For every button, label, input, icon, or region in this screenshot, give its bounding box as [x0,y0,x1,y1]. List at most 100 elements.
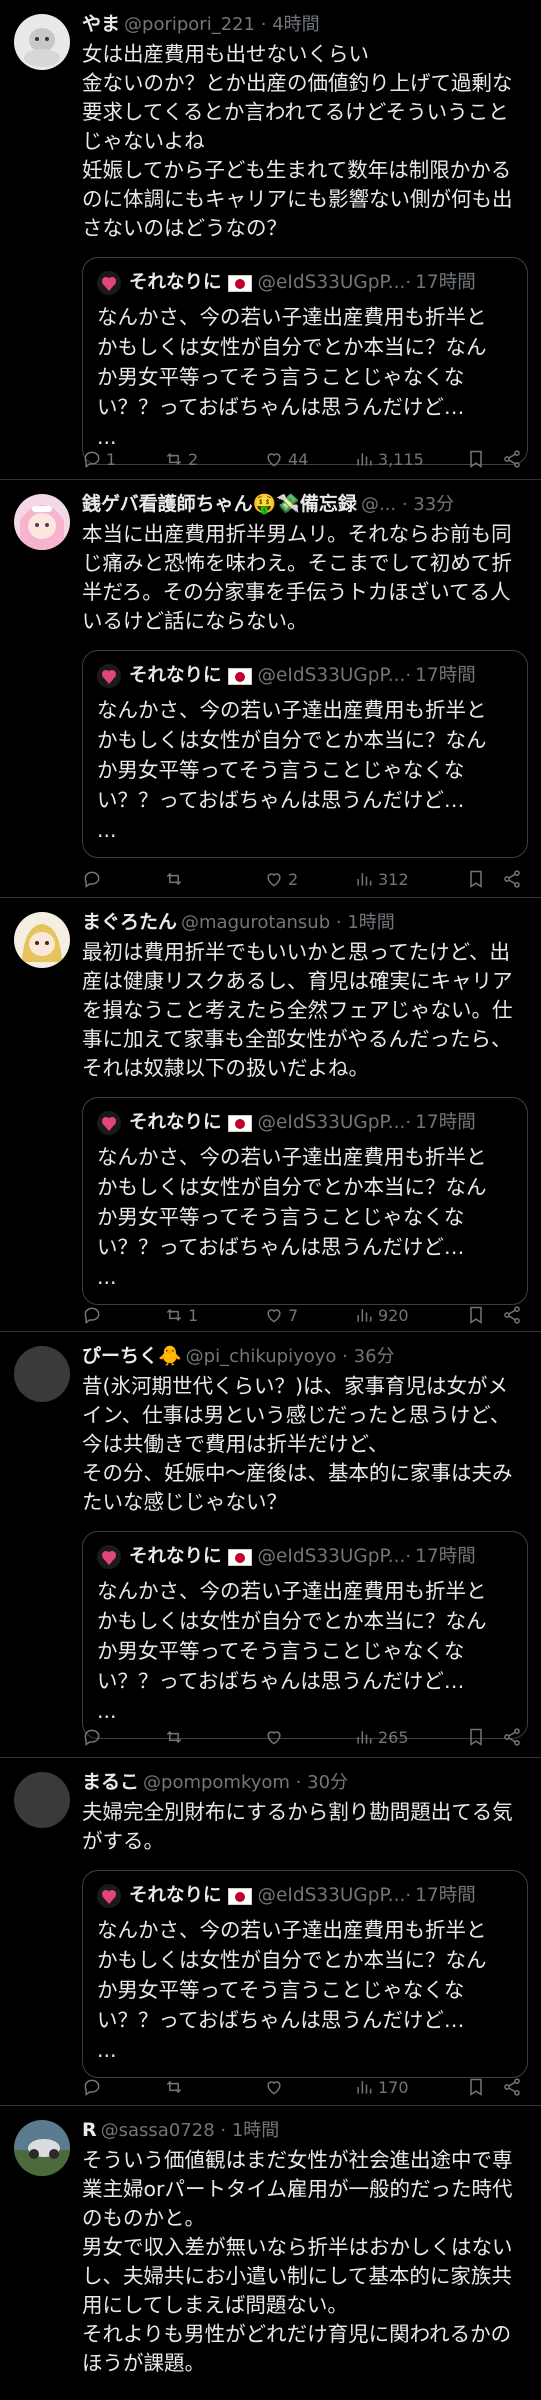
quote-timestamp: 17時間 [415,1885,476,1906]
views-button[interactable]: 3,115 [354,444,424,474]
avatar[interactable] [14,1346,70,1402]
user-handle[interactable]: @pi_chikupiyoyo [186,1346,337,1367]
user-handle[interactable]: @sassa0728 [101,2120,215,2141]
quote-handle: @eIdS33UGpP... [257,1112,406,1133]
retweet-button[interactable] [164,1722,188,1752]
like-count: 44 [288,449,309,469]
timestamp[interactable]: 4時間 [272,14,319,35]
share-button[interactable] [502,1722,522,1752]
quote-text: なんかさ、今の若い子達出産費用も折半と かもしくは女性が自分でとか本当に？なん … [97,1145,487,1289]
quote-display-name: それなりに [129,665,222,686]
share-button[interactable] [502,444,522,474]
quote-tweet[interactable]: それなりに @eIdS33UGpP... · 17時間 なんかさ、今の若い子達出産… [82,1531,528,1739]
bookmark-icon [470,1306,482,1324]
display-name[interactable]: R [82,2119,97,2141]
tweet-text: 昔(氷河期世代くらい？)は、家事育児は女がメ イン、仕事は男という感じだったと思… [82,1374,513,1514]
timestamp[interactable]: 1時間 [347,912,394,933]
user-handle[interactable]: @... [361,494,396,515]
share-button[interactable] [502,2072,522,2102]
quote-text: なんかさ、今の若い子達出産費用も折半と かもしくは女性が自分でとか本当に？なん … [97,1918,487,2062]
retweet-button[interactable]: 2 [164,444,198,474]
reply-count: 1 [106,449,117,469]
views-button[interactable]: 170 [354,2072,409,2102]
japan-flag-icon [227,1114,252,1132]
reply-button[interactable] [82,1300,106,1330]
user-handle[interactable]: @pompomkyom [143,1772,290,1793]
avatar[interactable] [14,14,70,70]
reply-button[interactable] [82,864,106,894]
timestamp[interactable]: 36分 [354,1346,395,1367]
tweet[interactable]: まるこ @pompomkyom · 30分 夫婦完全別財布にするから割り勘問題出て… [0,1758,541,2106]
avatar[interactable] [14,2120,70,2176]
quote-tweet[interactable]: それなりに @eIdS33UGpP... · 17時間 なんかさ、今の若い子達出産… [82,1870,528,2078]
display-name[interactable]: まぐろたん [82,911,177,933]
like-button[interactable]: 7 [264,1300,298,1330]
bookmark-icon [470,1728,482,1746]
like-button[interactable]: 2 [264,864,298,894]
quote-avatar [97,664,121,688]
tweet-text: 最初は費用折半でもいいかと思ってたけど、出 産は健康リスクあるし、育児は確実にキ… [82,940,513,1080]
quote-handle: @eIdS33UGpP... [257,272,406,293]
tweet-text: そういう価値観はまだ女性が社会進出途中で専 業主婦orパートタイム雇用が一般的だ… [82,2148,513,2375]
retweet-button[interactable] [164,2072,188,2102]
tweet[interactable]: ぴーちく🐥 @pi_chikupiyoyo · 36分 昔(氷河期世代くらい？)は… [0,1332,541,1758]
display-name[interactable]: ぴーちく🐥 [82,1345,182,1367]
timestamp[interactable]: 1時間 [232,2120,279,2141]
reply-button[interactable] [82,2072,106,2102]
like-button[interactable] [264,2072,288,2102]
quote-avatar [97,271,121,295]
avatar[interactable] [14,1772,70,1828]
like-button[interactable]: 44 [264,444,308,474]
share-icon [504,870,520,888]
bookmark-button[interactable] [466,864,486,894]
tweet[interactable]: やま @poripori_221 · 4時間 女は出産費用も出せないくらい 金ない… [0,0,541,480]
reply-button[interactable]: 1 [82,444,116,474]
bookmark-button[interactable] [466,1300,486,1330]
user-handle[interactable]: @poripori_221 [124,14,255,35]
japan-flag-icon [227,667,252,685]
share-button[interactable] [502,1300,522,1330]
views-chart-icon [357,1309,372,1322]
quote-tweet[interactable]: それなりに @eIdS33UGpP... · 17時間 なんかさ、今の若い子達出産… [82,1097,528,1305]
reply-button[interactable] [82,1722,106,1752]
action-bar: 1 7 920 [82,1300,530,1330]
tweet[interactable]: まぐろたん @magurotansub · 1時間 最初は費用折半でもいいかと思っ… [0,898,541,1332]
quote-text: なんかさ、今の若い子達出産費用も折半と かもしくは女性が自分でとか本当に？なん … [97,305,487,449]
retweet-icon [166,1308,182,1322]
share-button[interactable] [502,864,522,894]
views-button[interactable]: 920 [354,1300,409,1330]
display-name[interactable]: 銭ゲバ看護師ちゃん🤑💸備忘録 [82,493,357,515]
timestamp[interactable]: 30分 [307,1772,348,1793]
avatar[interactable] [14,494,70,550]
retweet-count: 1 [188,1305,199,1325]
views-button[interactable]: 312 [354,864,409,894]
bookmark-button[interactable] [466,2072,486,2102]
bookmark-icon [470,450,482,468]
tweet[interactable]: 銭ゲバ看護師ちゃん🤑💸備忘録 @... · 33分 本当に出産費用折半男ムリ。それ… [0,480,541,898]
bookmark-button[interactable] [466,444,486,474]
avatar[interactable] [14,912,70,968]
tweet-text: 本当に出産費用折半男ムリ。それならお前も同 じ痛みと恐怖を味わえ。そこまでして初… [82,522,512,633]
heart-icon [267,1309,281,1323]
tweet[interactable]: R @sassa0728 · 1時間 そういう価値観はまだ女性が社会進出途中で専 … [0,2106,541,2400]
like-button[interactable] [264,1722,288,1752]
display-name[interactable]: やま [82,13,120,35]
reply-icon [84,1307,100,1324]
views-button[interactable]: 265 [354,1722,409,1752]
share-icon [504,1306,520,1324]
action-bar: 170 [82,2072,530,2102]
quote-timestamp: 17時間 [415,1112,476,1133]
display-name[interactable]: まるこ [82,1771,139,1793]
like-count: 2 [288,869,299,889]
bookmark-button[interactable] [466,1722,486,1752]
quote-display-name: それなりに [129,1885,222,1906]
retweet-icon [166,452,182,466]
retweet-button[interactable]: 1 [164,1300,198,1330]
quote-tweet[interactable]: それなりに @eIdS33UGpP... · 17時間 なんかさ、今の若い子達出産… [82,257,528,465]
timestamp[interactable]: 33分 [413,494,454,515]
quote-tweet[interactable]: それなりに @eIdS33UGpP... · 17時間 なんかさ、今の若い子達出産… [82,650,528,858]
share-icon [504,450,520,468]
user-handle[interactable]: @magurotansub [181,912,330,933]
retweet-button[interactable] [164,864,188,894]
quote-timestamp: 17時間 [415,1546,476,1567]
